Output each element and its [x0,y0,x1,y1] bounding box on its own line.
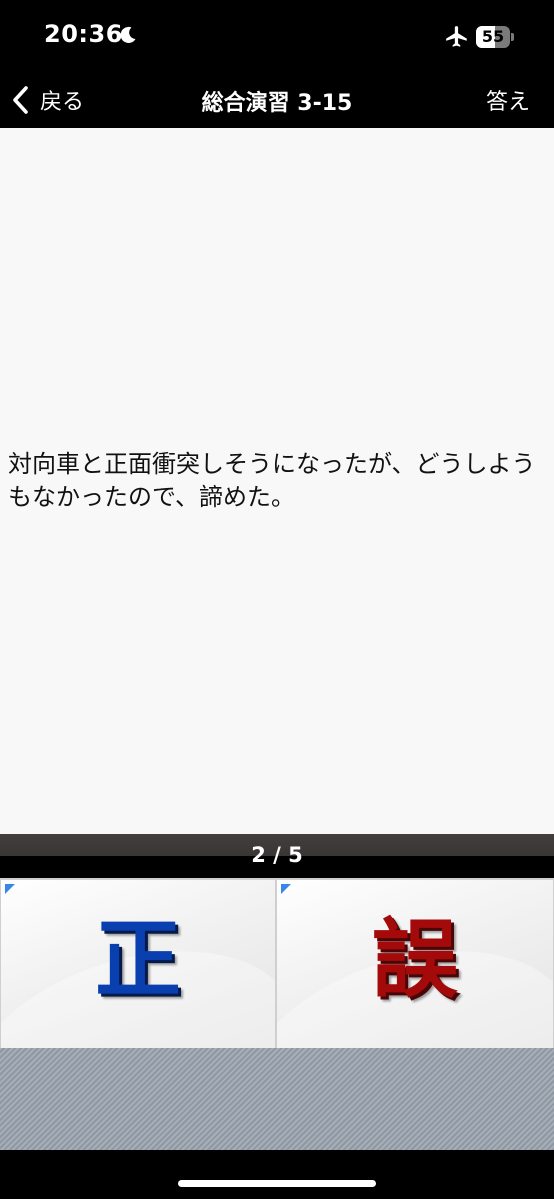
airplane-icon [446,26,467,47]
correct-glyph: 正 [95,910,181,1010]
question-area: 対向車と正面衝突しそうになったが、どうしようもなかったので、諦めた。 [0,128,554,834]
page-title: 総合演習 3-15 [201,91,353,116]
screen: 20:36 55 戻る 総合演習 3-15 答え 対向車と正面衝突しそうになった… [0,0,554,1199]
battery-indicator: 55 [476,26,514,48]
status-bar: 20:36 55 [0,0,554,72]
pattern-background [0,1048,554,1150]
home-area [0,1150,554,1199]
moon-icon [120,26,136,43]
correct-button[interactable]: 正 [1,880,275,1048]
progress-counter: 2 / 5 [251,843,303,867]
corner-triangle-icon [5,884,15,894]
progress-bar: 2 / 5 [0,834,554,878]
status-time: 20:36 [44,20,123,48]
wrong-glyph: 誤 [372,910,458,1010]
wrong-button[interactable]: 誤 [277,880,553,1048]
home-indicator[interactable] [178,1180,376,1187]
battery-level: 55 [481,27,505,46]
question-text: 対向車と正面衝突しそうになったが、どうしようもなかったので、諦めた。 [8,450,536,511]
answer-button[interactable]: 答え [486,84,530,116]
nav-bar: 戻る 総合演習 3-15 答え [0,72,554,128]
battery-cap [511,33,514,41]
answer-row: 正 誤 [0,878,554,1048]
battery-body: 55 [476,26,510,48]
corner-triangle-icon [281,884,291,894]
